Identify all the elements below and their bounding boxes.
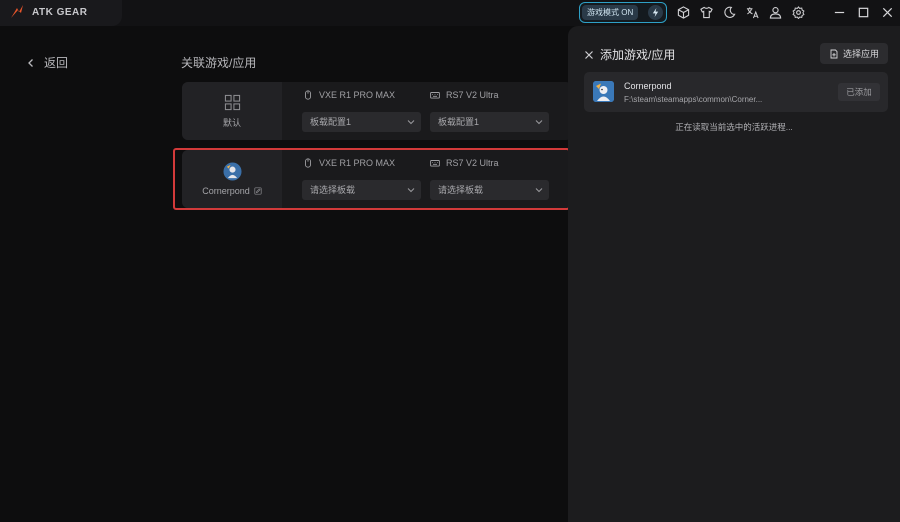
back-label: 返回	[44, 56, 69, 70]
title-bar: ATK GEAR 游戏模式 ON	[0, 0, 900, 26]
app-name: Cornerpond	[624, 81, 672, 91]
moon-icon[interactable]	[722, 5, 737, 20]
section-title: 关联游戏/应用	[181, 56, 257, 70]
grid-icon	[224, 94, 240, 110]
reading-status: 正在读取当前选中的活跃进程...	[675, 122, 793, 132]
chevron-left-icon	[28, 58, 33, 67]
association-row-default: 默认 VXE R1 PRO MAX RS7 V2 Ultra 板载配置1 板载配…	[182, 82, 572, 140]
cornerpond-app-icon	[593, 81, 614, 102]
highlight-frame	[173, 148, 570, 210]
add-app-panel: 添加游戏/应用 选择应用 Cornerpond F:\steam\steamap…	[568, 26, 900, 522]
choose-app-button[interactable]: 选择应用	[820, 43, 888, 64]
lightning-icon	[648, 5, 663, 20]
file-add-icon	[830, 49, 838, 58]
chevron-down-icon	[535, 120, 543, 125]
mouse-icon	[305, 90, 311, 100]
onboard-config-select[interactable]: 板载配置1	[302, 112, 421, 132]
default-app-label: 默认	[222, 117, 241, 128]
game-mode-label: 游戏模式 ON	[582, 5, 639, 20]
atk-logo-icon	[11, 5, 23, 18]
keyboard-icon	[430, 92, 440, 99]
brand-name: ATK GEAR	[32, 6, 88, 18]
onboard-config-select[interactable]: 板载配置1	[430, 112, 549, 132]
back-button[interactable]: 返回	[26, 54, 68, 71]
select-value: 板载配置1	[438, 117, 480, 127]
minimize-icon[interactable]	[832, 5, 847, 20]
gear-icon[interactable]	[791, 5, 806, 20]
user-icon[interactable]	[768, 5, 783, 20]
maximize-icon[interactable]	[856, 5, 871, 20]
translate-icon[interactable]	[745, 5, 760, 20]
window-controls	[832, 5, 895, 20]
close-icon[interactable]	[880, 5, 895, 20]
default-app-cell: 默认	[182, 82, 282, 140]
shirt-icon[interactable]	[699, 5, 714, 20]
app-path: F:\steam\steamapps\common\Corner...	[624, 95, 763, 104]
device-keyboard: RS7 V2 Ultra	[430, 90, 499, 100]
list-item[interactable]: Cornerpond F:\steam\steamapps\common\Cor…	[584, 72, 888, 112]
added-badge: 已添加	[838, 83, 880, 101]
chevron-down-icon	[407, 120, 415, 125]
device-mouse: VXE R1 PRO MAX	[303, 90, 395, 100]
panel-title: 添加游戏/应用	[600, 48, 676, 62]
device-name: RS7 V2 Ultra	[446, 90, 499, 100]
select-value: 板载配置1	[310, 117, 352, 127]
title-toolbar	[676, 5, 806, 20]
cube-icon[interactable]	[676, 5, 691, 20]
game-mode-toggle[interactable]: 游戏模式 ON	[579, 2, 667, 23]
device-name: VXE R1 PRO MAX	[319, 90, 396, 100]
close-icon[interactable]	[584, 50, 594, 60]
panel-header: 添加游戏/应用	[584, 46, 675, 63]
brand: ATK GEAR	[10, 4, 87, 20]
choose-app-label: 选择应用	[842, 49, 879, 59]
